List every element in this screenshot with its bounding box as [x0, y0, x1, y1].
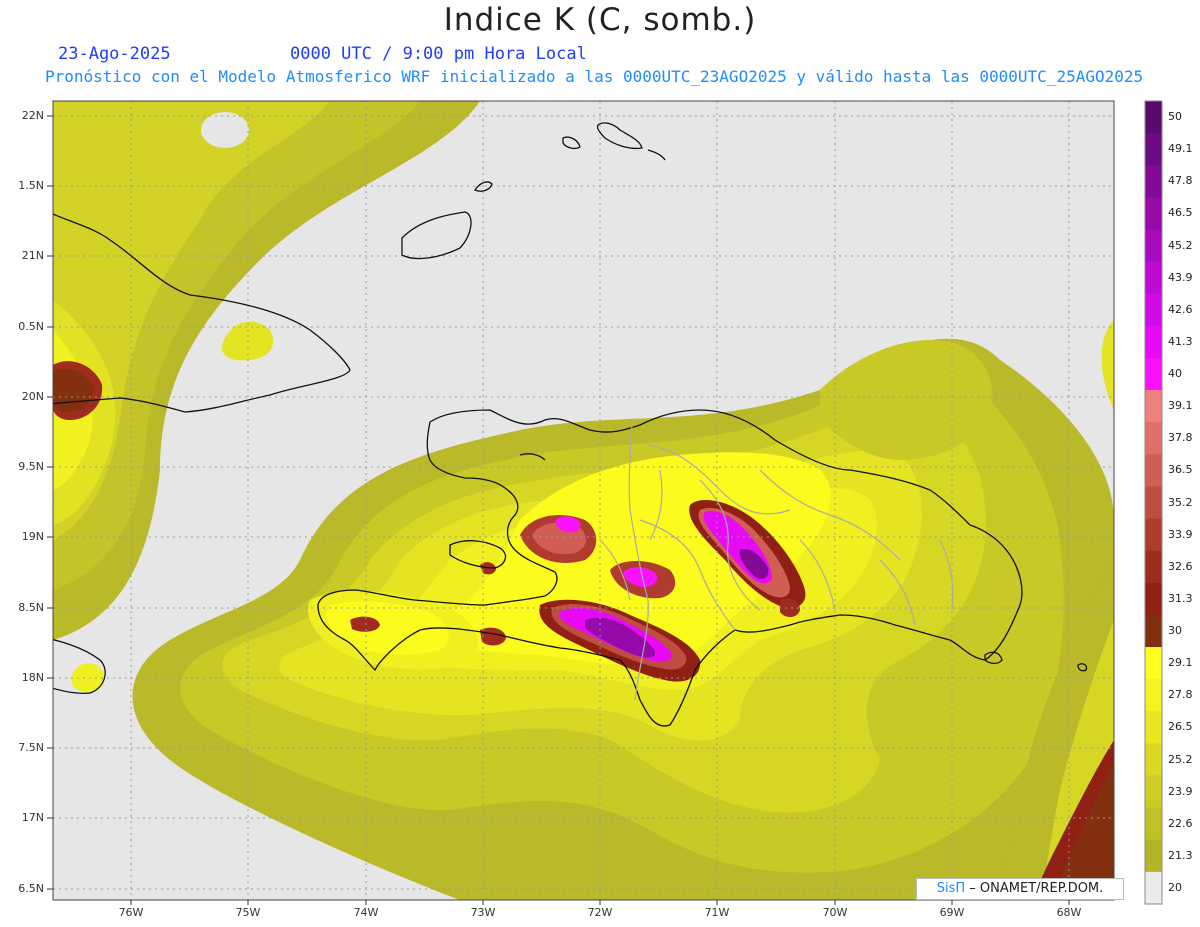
colorbar-swatch — [1145, 775, 1162, 809]
lat-label: 1.5N — [18, 179, 44, 192]
colorbar-label: 21.3 — [1168, 848, 1193, 862]
colorbar-swatch — [1145, 133, 1162, 166]
colorbar-swatch — [1145, 518, 1162, 552]
colorbar-swatch — [1145, 293, 1162, 327]
colorbar-label: 39.1 — [1168, 399, 1193, 413]
colorbar-swatch — [1145, 197, 1162, 231]
colorbar-label: 46.5 — [1168, 206, 1193, 220]
lat-label: 22N — [21, 109, 44, 122]
sis-logo-text: SisΠ — [936, 881, 966, 896]
colorbar-label: 25.2 — [1168, 752, 1193, 766]
colorbar-swatch — [1145, 614, 1162, 648]
colorbar-swatch — [1145, 454, 1162, 488]
colorbar-label: 32.6 — [1168, 559, 1193, 573]
colorbar-swatch — [1145, 261, 1162, 295]
lon-label: 70W — [822, 906, 848, 919]
colorbar-swatch — [1145, 807, 1162, 841]
colorbar-swatch — [1145, 839, 1162, 873]
colorbar-swatch — [1145, 550, 1162, 584]
lat-label: 6.5N — [18, 882, 44, 895]
lon-label: 75W — [235, 906, 261, 919]
colorbar-swatch — [1145, 486, 1162, 520]
credit-org: – ONAMET/REP.DOM. — [969, 881, 1104, 896]
colorbar — [1145, 101, 1162, 905]
colorbar-label: 30 — [1168, 624, 1182, 637]
colorbar-label: 29.1 — [1168, 656, 1193, 670]
colorbar-label: 49.1 — [1168, 142, 1193, 156]
colorbar-swatch — [1145, 679, 1162, 712]
lon-label: 72W — [587, 906, 613, 919]
clear-pocket — [201, 112, 249, 148]
colorbar-label: 22.6 — [1168, 816, 1193, 830]
colorbar-label: 50 — [1168, 110, 1182, 124]
colorbar-label: 40 — [1168, 367, 1182, 380]
lat-label: 21N — [21, 249, 44, 262]
colorbar-label: 33.9 — [1168, 527, 1193, 541]
colorbar-label: 45.2 — [1168, 238, 1193, 252]
colorbar-label: 23.9 — [1168, 784, 1193, 798]
lat-label: 9.5N — [18, 460, 44, 473]
colorbar-label: 27.8 — [1168, 688, 1193, 702]
colorbar-swatch — [1145, 422, 1162, 455]
colorbar-label: 37.8 — [1168, 431, 1193, 445]
lat-label: 19N — [21, 530, 44, 543]
colorbar-swatch — [1145, 357, 1162, 391]
lat-label: 8.5N — [18, 601, 44, 614]
colorbar-swatch — [1145, 871, 1162, 905]
colorbar-swatch — [1145, 582, 1162, 616]
colorbar-swatch — [1145, 325, 1162, 359]
lon-label: 74W — [353, 906, 379, 919]
colorbar-label: 43.9 — [1168, 270, 1193, 284]
colorbar-swatch — [1145, 101, 1162, 134]
colorbar-swatch — [1145, 711, 1162, 744]
colorbar-label: 31.3 — [1168, 591, 1193, 605]
lat-label: 7.5N — [18, 741, 44, 754]
colorbar-swatch — [1145, 165, 1162, 198]
colorbar-label: 35.2 — [1168, 495, 1193, 509]
colorbar-label: 41.3 — [1168, 334, 1193, 348]
colorbar-swatch — [1145, 647, 1162, 680]
lon-label: 76W — [118, 906, 144, 919]
lat-label: 18N — [21, 671, 44, 684]
lat-label: 17N — [21, 811, 44, 824]
colorbar-swatch — [1145, 390, 1162, 423]
lon-label: 73W — [470, 906, 496, 919]
lat-label: 0.5N — [18, 320, 44, 333]
lon-label: 68W — [1056, 906, 1082, 919]
colorbar-label: 36.5 — [1168, 463, 1193, 477]
credit-box: SisΠ – ONAMET/REP.DOM. — [916, 878, 1124, 900]
lat-label: 20N — [21, 390, 44, 403]
lon-label: 69W — [939, 906, 965, 919]
colorbar-label: 42.6 — [1168, 302, 1193, 316]
lon-label: 71W — [704, 906, 730, 919]
colorbar-swatch — [1145, 743, 1162, 777]
map-canvas — [47, 100, 1163, 905]
colorbar-label: 20 — [1168, 880, 1182, 894]
colorbar-swatch — [1145, 229, 1162, 263]
colorbar-label: 47.8 — [1168, 174, 1193, 188]
colorbar-label: 26.5 — [1168, 720, 1193, 734]
